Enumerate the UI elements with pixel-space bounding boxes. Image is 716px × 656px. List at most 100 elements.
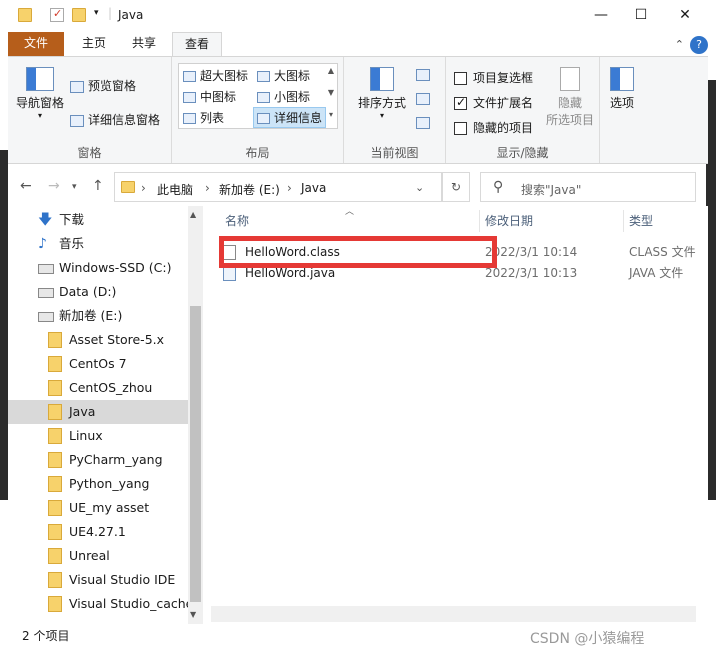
sidebar-item-label: UE_my asset: [69, 500, 150, 515]
back-arrow-icon[interactable]: ←: [20, 178, 32, 194]
horizontal-scrollbar[interactable]: [211, 606, 696, 622]
scrollbar-thumb[interactable]: [190, 306, 201, 602]
drive-icon: [38, 288, 54, 298]
title-divider: |: [108, 6, 113, 20]
details-pane-icon: [70, 114, 84, 127]
sidebar-item-label: 音乐: [59, 236, 85, 251]
sidebar-scrollbar[interactable]: ▲ ▼: [188, 206, 203, 624]
column-name[interactable]: 名称: [225, 212, 249, 229]
layout-large-icons[interactable]: 大图标: [257, 67, 310, 84]
group-by-icon[interactable]: [416, 69, 430, 81]
column-modified[interactable]: 修改日期: [485, 212, 533, 229]
file-list: ︿ 名称 修改日期 类型 HelloWord.class 2022/3/1 10…: [211, 206, 708, 624]
collapse-ribbon-icon[interactable]: ⌃: [675, 38, 684, 51]
gallery-down-icon[interactable]: ▼: [325, 88, 337, 97]
sidebar-item[interactable]: UE4.27.1: [8, 520, 188, 544]
close-button[interactable]: ✕: [670, 4, 700, 26]
nav-pane-button[interactable]: 导航窗格 ▾: [12, 67, 68, 120]
sidebar-item[interactable]: Data (D:): [8, 280, 188, 304]
preview-pane-button[interactable]: 预览窗格: [70, 77, 136, 94]
sidebar-item[interactable]: Unreal: [8, 544, 188, 568]
search-input[interactable]: 搜索"Java": [521, 181, 581, 198]
customize-toolbar-chevron-icon[interactable]: ▾: [94, 8, 99, 18]
file-extensions-toggle[interactable]: 文件扩展名: [454, 94, 533, 111]
breadcrumb-this-pc[interactable]: 此电脑: [157, 181, 193, 198]
address-bar[interactable]: › 此电脑 › 新加卷 (E:) › Java ⌄: [114, 172, 442, 202]
properties-icon[interactable]: [50, 7, 64, 22]
scroll-down-icon[interactable]: ▼: [190, 610, 196, 619]
sidebar-item[interactable]: PyCharm_yang: [8, 448, 188, 472]
up-arrow-icon[interactable]: ↑: [92, 178, 104, 194]
checkbox[interactable]: [454, 72, 467, 85]
sidebar-item[interactable]: Visual Studio_cache: [8, 592, 193, 616]
layout-small-icons[interactable]: 小图标: [257, 88, 310, 105]
maximize-button[interactable]: ☐: [626, 4, 656, 26]
refresh-button[interactable]: ↻: [442, 172, 470, 202]
breadcrumb-chevron-icon[interactable]: ›: [205, 181, 210, 195]
sidebar-item[interactable]: CentOS_zhou: [8, 376, 188, 400]
sidebar-item[interactable]: Asset Store-5.x: [8, 328, 188, 352]
folder-icon: [48, 524, 62, 540]
details-pane-button[interactable]: 详细信息窗格: [70, 111, 160, 128]
checkbox-checked[interactable]: [454, 95, 467, 110]
layout-extra-large-icons[interactable]: 超大图标: [183, 67, 248, 84]
file-modified: 2022/3/1 10:13: [485, 266, 578, 280]
sidebar-item[interactable]: Linux: [8, 424, 188, 448]
sidebar-item[interactable]: Windows-SSD (C:): [8, 256, 188, 280]
navigation-pane: 🡇 下载 ♪ 音乐 Windows-SSD (C:) Data (D:) 新加卷 (E:) A…: [8, 206, 203, 624]
new-folder-icon[interactable]: [72, 8, 86, 22]
background-window-edge: [0, 150, 8, 500]
tab-view[interactable]: 查看: [172, 32, 223, 56]
sidebar-item[interactable]: 新加卷 (E:): [8, 304, 188, 328]
sort-by-button[interactable]: 排序方式 ▾: [356, 67, 408, 120]
recent-locations-chevron-icon[interactable]: ▾: [72, 182, 77, 192]
layout-list[interactable]: 列表: [183, 109, 224, 126]
sidebar-item[interactable]: CentOs 7: [8, 352, 188, 376]
layout-medium-icons[interactable]: 中图标: [183, 88, 236, 105]
item-checkboxes-toggle[interactable]: 项目复选框: [454, 69, 533, 86]
gallery-up-icon[interactable]: ▲: [325, 66, 337, 75]
column-type[interactable]: 类型: [629, 212, 653, 229]
hide-selected-label: 隐藏: [557, 96, 582, 110]
sidebar-item[interactable]: Visual Studio IDE: [8, 568, 188, 592]
search-icon: ⚲: [493, 179, 504, 195]
address-dropdown-icon[interactable]: ⌄: [415, 181, 424, 194]
search-box[interactable]: ⚲ 搜索"Java": [480, 172, 696, 202]
breadcrumb-chevron-icon[interactable]: ›: [287, 181, 292, 195]
group-options: 选项: [600, 57, 640, 163]
drive-icon: [38, 264, 54, 274]
sidebar-item-label: Linux: [69, 428, 103, 443]
add-columns-icon[interactable]: [416, 93, 430, 105]
sidebar-item-label: Visual Studio IDE: [69, 572, 176, 587]
sort-ascending-icon: ︿: [345, 207, 355, 217]
hide-selected-button[interactable]: 隐藏 所选项目: [542, 67, 598, 128]
tab-share[interactable]: 共享: [120, 32, 168, 56]
folder-icon: [18, 8, 32, 22]
breadcrumb-chevron-icon[interactable]: ›: [141, 181, 146, 195]
size-columns-icon[interactable]: [416, 117, 430, 129]
forward-arrow-icon[interactable]: →: [48, 178, 60, 194]
column-divider[interactable]: [623, 210, 624, 232]
sidebar-item[interactable]: 🡇 下载: [8, 208, 188, 232]
group-current-view: 排序方式 ▾ 当前视图: [344, 57, 446, 163]
scroll-up-icon[interactable]: ▲: [190, 210, 196, 219]
tab-file[interactable]: 文件: [8, 32, 64, 56]
checkbox[interactable]: [454, 122, 467, 135]
gallery-more-icon[interactable]: ▾: [325, 110, 337, 119]
sidebar-item[interactable]: ♪ 音乐: [8, 232, 188, 256]
sidebar-item[interactable]: UE_my asset: [8, 496, 188, 520]
tab-home[interactable]: 主页: [70, 32, 118, 56]
hidden-items-toggle[interactable]: 隐藏的项目: [454, 119, 533, 136]
breadcrumb-java[interactable]: Java: [301, 181, 326, 195]
annotation-highlight-box: [219, 236, 497, 268]
extra-large-icons-icon: [183, 71, 196, 82]
sidebar-item[interactable]: Java: [8, 400, 188, 424]
minimize-button[interactable]: —: [586, 4, 616, 26]
sidebar-item-label: Data (D:): [59, 284, 117, 299]
sidebar-item[interactable]: Python_yang: [8, 472, 188, 496]
options-button[interactable]: 选项: [604, 67, 640, 111]
column-divider[interactable]: [479, 210, 480, 232]
help-icon[interactable]: ?: [690, 36, 708, 54]
layout-details[interactable]: 详细信息: [253, 107, 327, 128]
breadcrumb-drive-e[interactable]: 新加卷 (E:): [219, 181, 280, 198]
